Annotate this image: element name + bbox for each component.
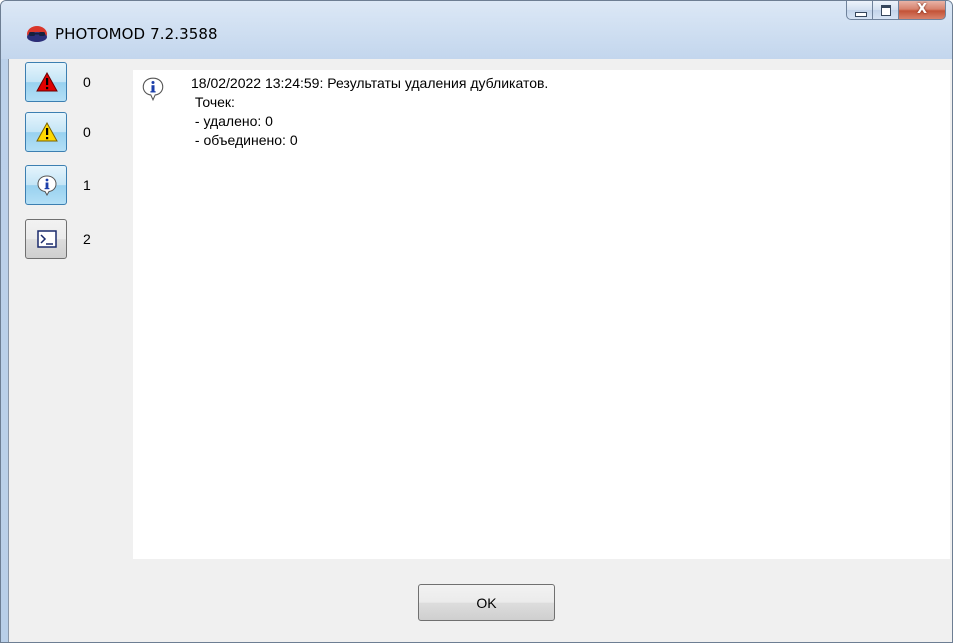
log-entry: 18/02/2022 13:24:59: Результаты удаления… [191, 74, 548, 150]
error-icon [36, 72, 58, 92]
filter-warnings-button[interactable] [25, 112, 67, 152]
photomod-message-window: PHOTOMOD 7.2.3588 X 0 0 1 2 18/02/2022 1… [0, 0, 953, 643]
filter-console-count: 2 [83, 231, 91, 247]
log-line: Точек: [191, 94, 235, 110]
filter-console-button[interactable] [25, 219, 67, 259]
close-icon: X [916, 2, 928, 17]
ok-button[interactable]: OK [418, 584, 555, 621]
photomod-logo-icon [27, 26, 47, 42]
filter-errors-count: 0 [83, 74, 91, 90]
log-line: 18/02/2022 13:24:59: Результаты удаления… [191, 75, 549, 91]
filter-warnings-count: 0 [83, 124, 91, 140]
title-bar[interactable]: PHOTOMOD 7.2.3588 X [1, 1, 952, 59]
log-line: - объединено: 0 [191, 132, 298, 148]
maximize-button[interactable] [873, 1, 899, 20]
dialog-client-area: 0 0 1 2 18/02/2022 13:24:59: Результаты … [8, 59, 952, 642]
message-log[interactable]: 18/02/2022 13:24:59: Результаты удаления… [133, 70, 950, 559]
filter-row-errors: 0 [25, 62, 115, 102]
warning-icon [36, 122, 58, 142]
filter-row-info: 1 [25, 165, 115, 205]
message-filter-sidebar: 0 0 1 2 [9, 59, 125, 579]
info-icon [37, 175, 57, 196]
log-line: - удалено: 0 [191, 113, 273, 129]
console-icon [37, 230, 57, 248]
close-button[interactable]: X [899, 1, 946, 20]
window-title: PHOTOMOD 7.2.3588 [55, 25, 218, 43]
filter-row-console: 2 [25, 219, 115, 259]
filter-info-button[interactable] [25, 165, 67, 205]
filter-row-warnings: 0 [25, 112, 115, 152]
minimize-button[interactable] [846, 1, 873, 20]
filter-errors-button[interactable] [25, 62, 67, 102]
filter-info-count: 1 [83, 177, 91, 193]
caption-buttons: X [846, 1, 946, 21]
info-icon [142, 77, 164, 102]
